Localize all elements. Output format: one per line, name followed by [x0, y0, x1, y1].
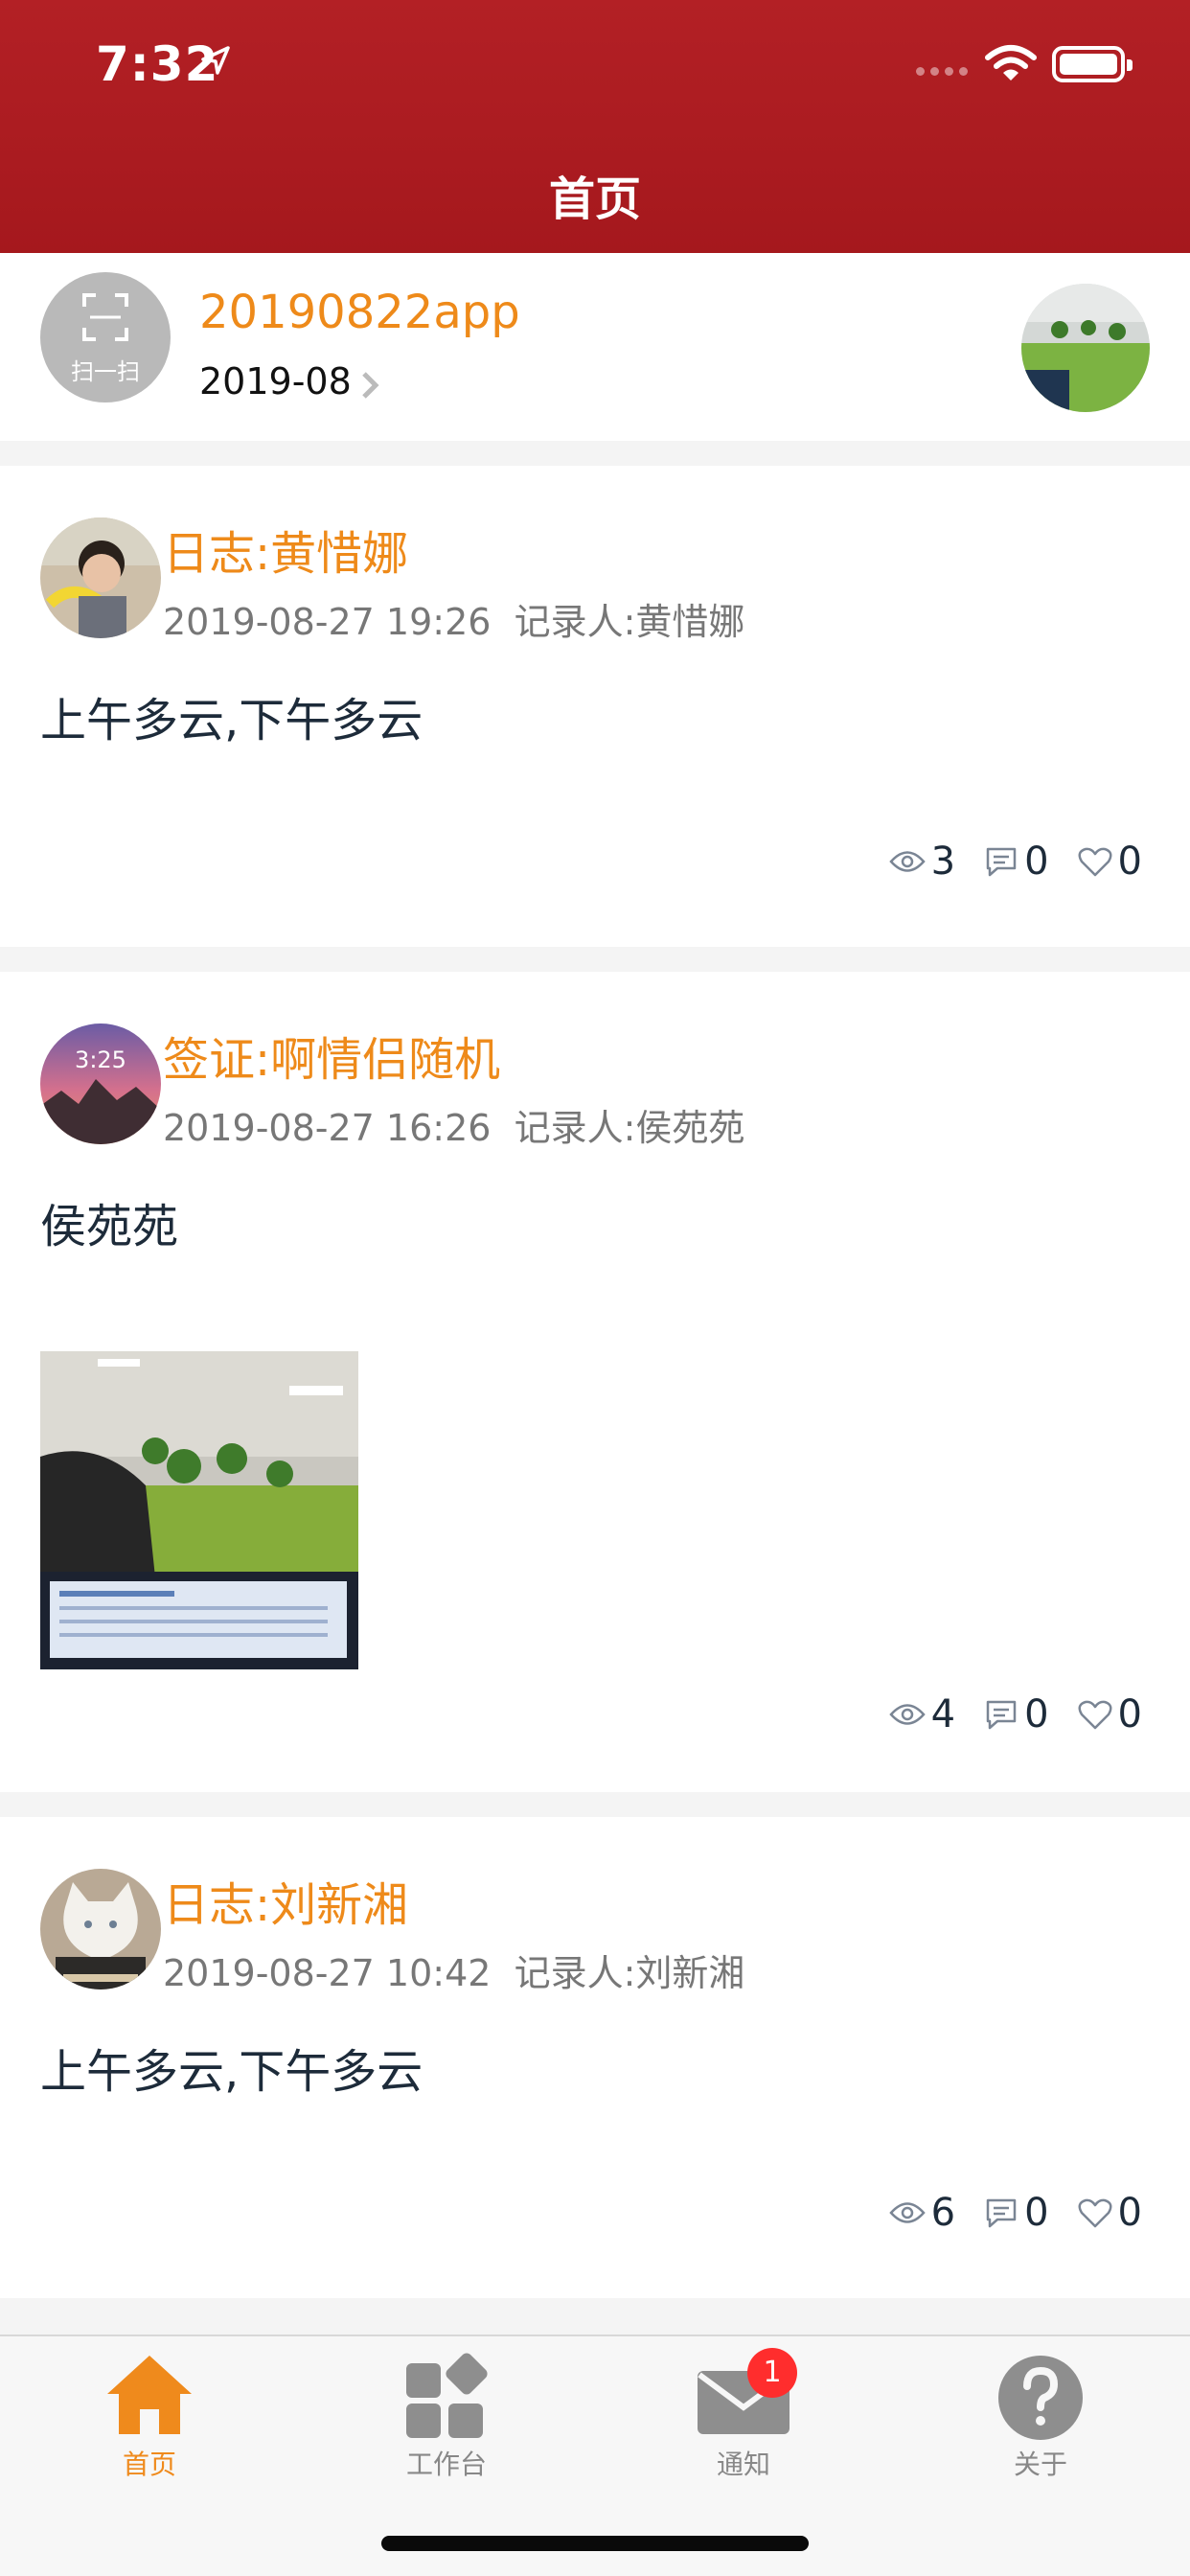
profile-bar: 扫一扫 20190822app 2019-08 — [0, 253, 1190, 441]
heart-icon[interactable] — [1078, 1699, 1112, 1730]
card-title: 日志:刘新湘 — [163, 1878, 409, 1932]
tab-home[interactable]: 首页 — [54, 2336, 245, 2528]
battery-icon — [1052, 46, 1133, 82]
home-indicator — [381, 2536, 809, 2551]
app-header: 7:32 首页 — [0, 0, 1190, 253]
chevron-right-icon[interactable] — [360, 370, 381, 401]
view-count: 4 — [930, 1692, 956, 1736]
avatar[interactable]: 3:25 — [40, 1024, 161, 1144]
avatar[interactable] — [40, 518, 161, 638]
tab-label: 工作台 — [405, 2449, 487, 2480]
eye-icon — [888, 2202, 926, 2223]
attached-photo[interactable] — [40, 1351, 358, 1669]
scan-button[interactable]: 扫一扫 — [40, 272, 171, 402]
comment-icon[interactable] — [984, 845, 1018, 878]
card-meta: 2019-08-27 10:42 记录人:刘新湘 — [163, 1952, 745, 1994]
profile-name[interactable]: 20190822app — [199, 286, 520, 339]
comment-count: 0 — [1024, 1692, 1049, 1736]
card-meta: 2019-08-27 19:26 记录人:黄惜娜 — [163, 601, 745, 643]
feed-card[interactable]: 3:25 签证:啊情侣随机 2019-08-27 16:26 记录人:侯苑苑 侯… — [0, 972, 1190, 1792]
question-icon — [998, 2356, 1083, 2440]
view-count: 6 — [930, 2191, 956, 2235]
tab-label: 通知 — [716, 2449, 770, 2480]
tab-workbench[interactable]: 工作台 — [351, 2336, 542, 2528]
avatar-clock-text: 3:25 — [75, 1046, 126, 1073]
tab-notifications[interactable]: 1 通知 — [648, 2336, 839, 2528]
home-icon — [107, 2356, 192, 2434]
comment-icon[interactable] — [984, 2196, 1018, 2229]
card-meta: 2019-08-27 16:26 记录人:侯苑苑 — [163, 1107, 745, 1149]
like-count: 0 — [1117, 1692, 1142, 1736]
comment-icon[interactable] — [984, 1698, 1018, 1731]
card-title: 日志:黄惜娜 — [163, 527, 409, 581]
workbench-icon — [406, 2353, 488, 2438]
eye-icon — [888, 1704, 926, 1725]
wifi-icon — [985, 45, 1037, 80]
feed-card[interactable]: 日志:黄惜娜 2019-08-27 19:26 记录人:黄惜娜 上午多云,下午多… — [0, 466, 1190, 947]
scan-icon — [82, 293, 128, 341]
scan-label: 扫一扫 — [71, 358, 140, 385]
notification-badge: 1 — [747, 2348, 797, 2398]
card-body: 侯苑苑 — [40, 1200, 179, 1254]
card-stats: 3 0 0 — [888, 840, 1142, 884]
profile-avatar[interactable] — [1021, 284, 1150, 412]
heart-icon[interactable] — [1078, 846, 1112, 877]
page-title: 首页 — [548, 172, 641, 226]
tab-label: 首页 — [122, 2449, 176, 2480]
eye-icon — [888, 851, 926, 872]
card-body: 上午多云,下午多云 — [40, 694, 423, 748]
feed-card[interactable]: 日志:刘新湘 2019-08-27 10:42 记录人:刘新湘 上午多云,下午多… — [0, 1817, 1190, 2298]
comment-count: 0 — [1024, 840, 1049, 884]
card-body: 上午多云,下午多云 — [40, 2045, 423, 2099]
avatar[interactable] — [40, 1869, 161, 1990]
card-stats: 4 0 0 — [888, 1692, 1142, 1736]
tab-label: 关于 — [1013, 2449, 1067, 2480]
view-count: 3 — [930, 840, 956, 884]
tab-about[interactable]: 关于 — [945, 2336, 1136, 2528]
profile-date[interactable]: 2019-08 — [199, 360, 352, 402]
heart-icon[interactable] — [1078, 2197, 1112, 2228]
signal-icon — [916, 67, 968, 76]
card-title: 签证:啊情侣随机 — [163, 1033, 501, 1087]
like-count: 0 — [1117, 2191, 1142, 2235]
like-count: 0 — [1117, 840, 1142, 884]
location-arrow-icon — [201, 46, 230, 75]
card-stats: 6 0 0 — [888, 2191, 1142, 2235]
comment-count: 0 — [1024, 2191, 1049, 2235]
